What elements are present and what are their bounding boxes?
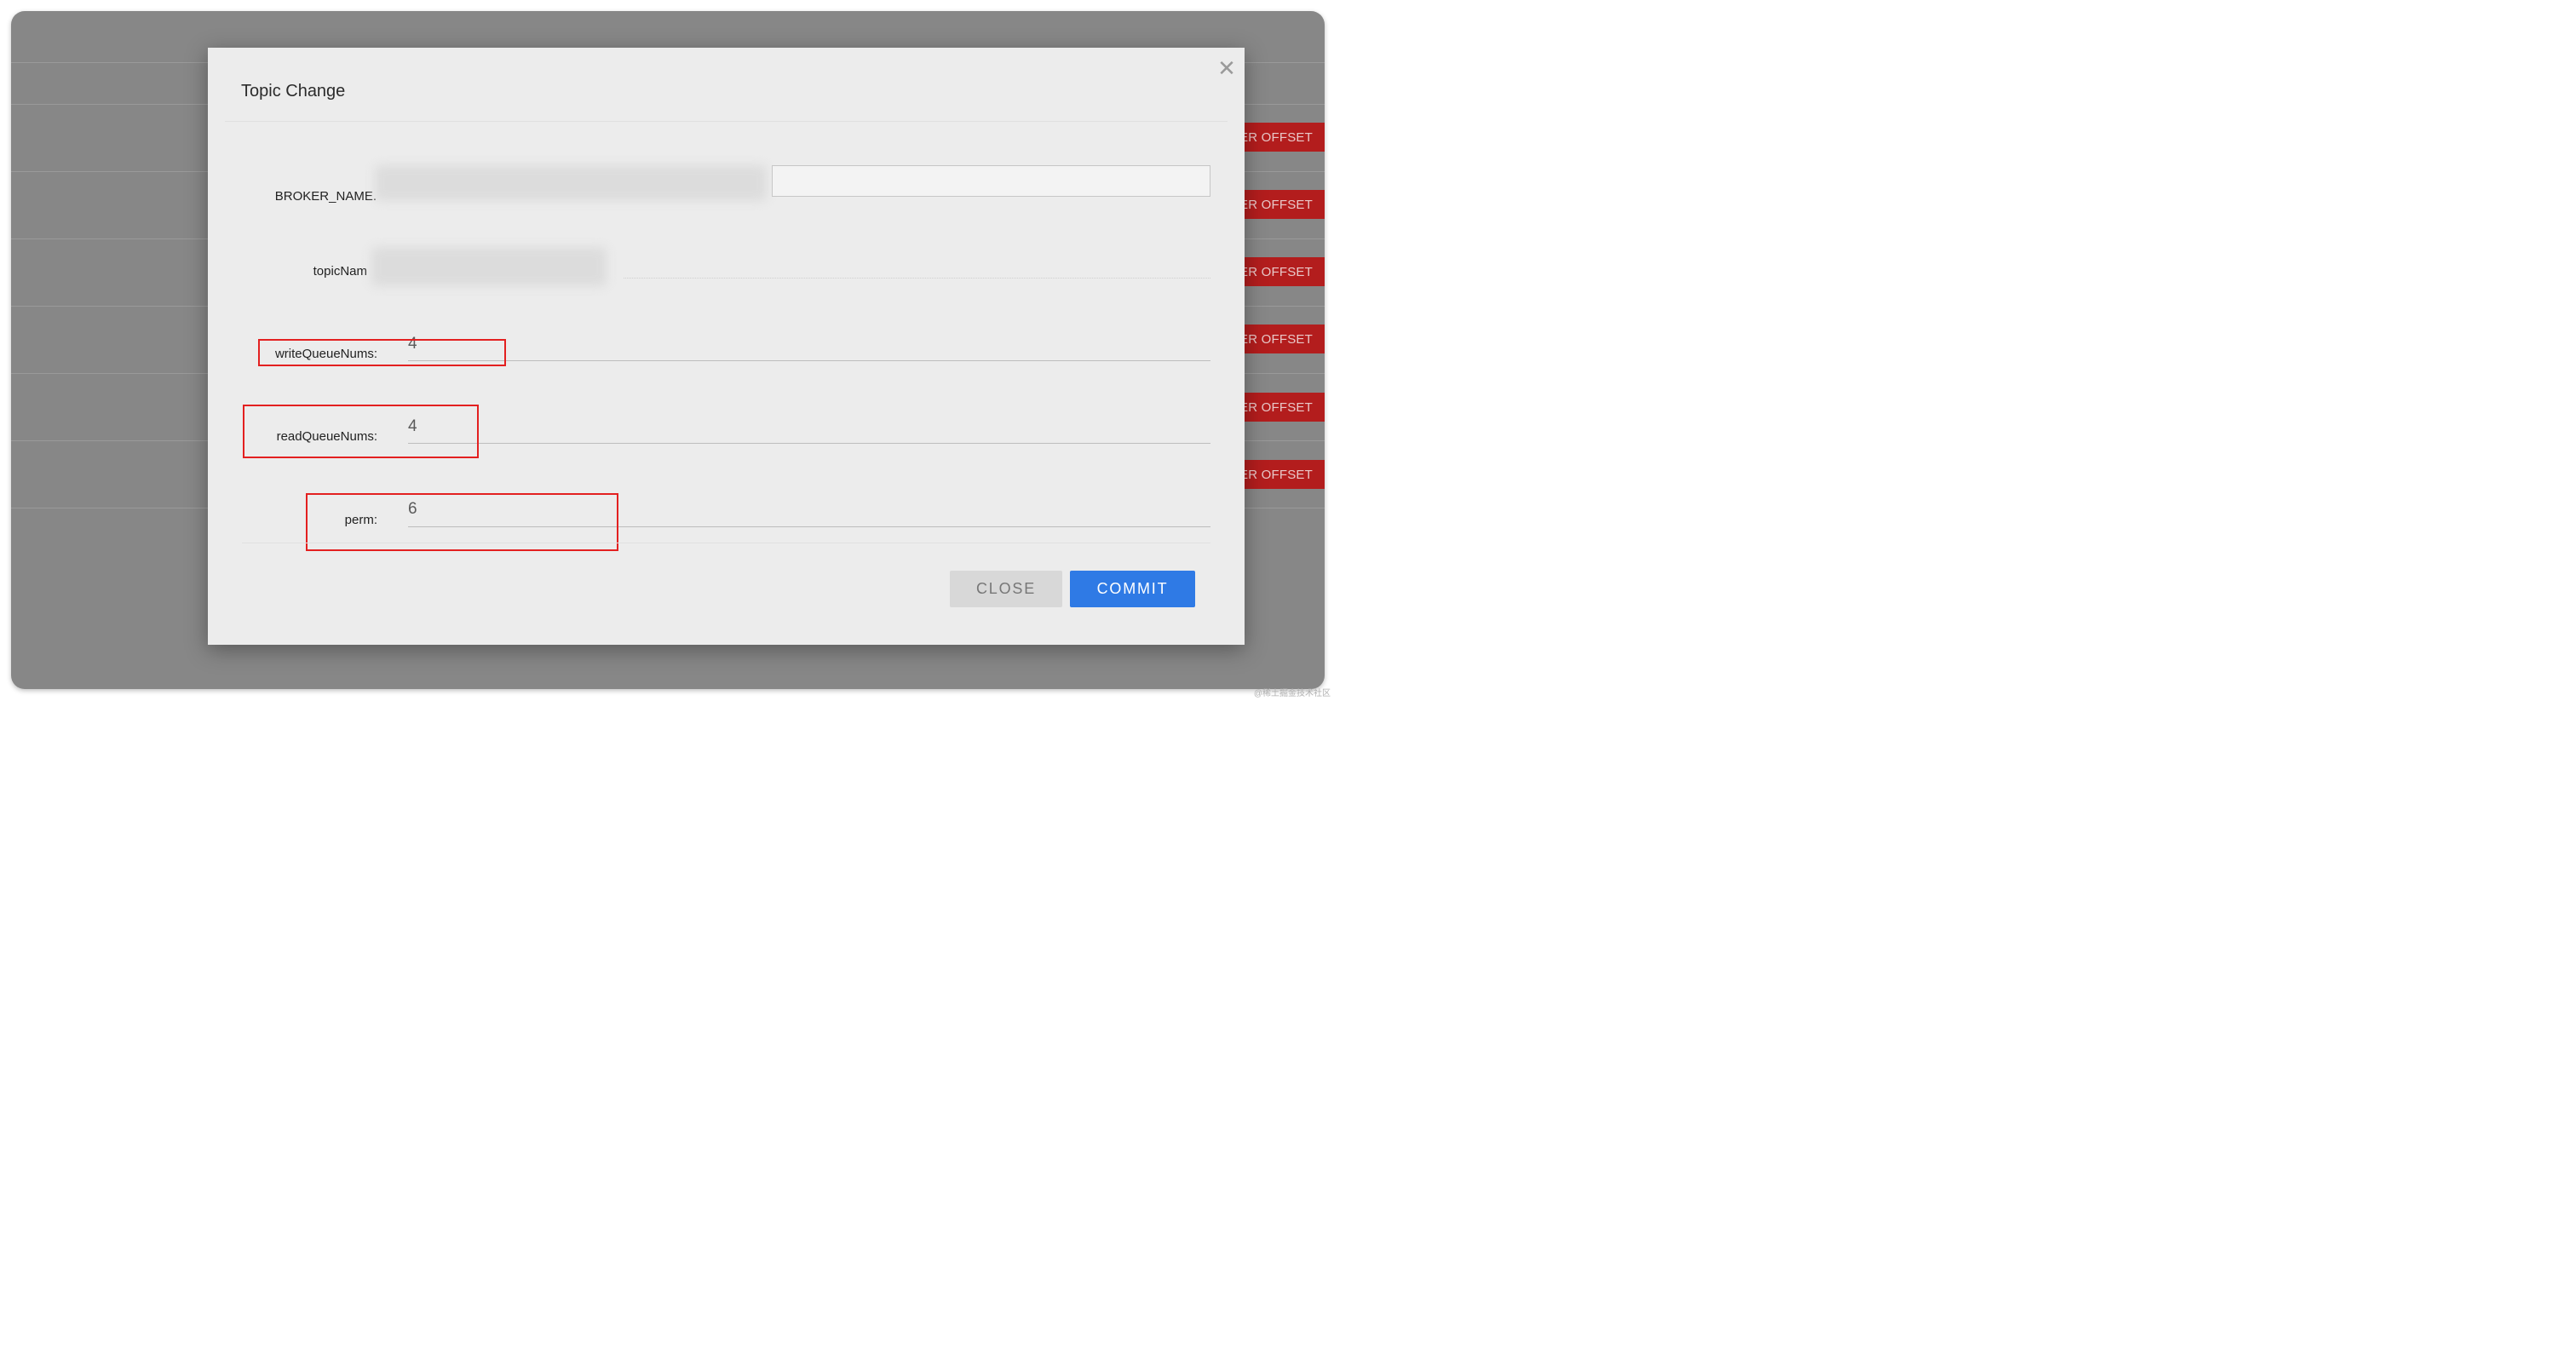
commit-button[interactable]: COMMIT <box>1070 571 1195 607</box>
dialog-header-divider <box>225 121 1228 122</box>
broker-name-input[interactable] <box>772 165 1210 197</box>
reset-consumer-offset-button[interactable]: ER OFFSET <box>1236 257 1325 286</box>
redacted-topic-value <box>371 247 607 286</box>
reset-consumer-offset-button[interactable]: ER OFFSET <box>1236 190 1325 219</box>
dialog-title: Topic Change <box>241 82 346 101</box>
annotation-highlight-box <box>243 405 479 458</box>
write-queue-nums-input[interactable] <box>408 360 1210 361</box>
topic-name-label: topicNam <box>313 264 367 279</box>
reset-consumer-offset-button[interactable]: ER OFFSET <box>1236 123 1325 152</box>
reset-consumer-offset-button[interactable]: ER OFFSET <box>1236 460 1325 489</box>
watermark: @稀土掘金技术社区 <box>1253 689 1331 698</box>
redacted-broker-value <box>375 165 767 201</box>
close-icon[interactable]: ✕ <box>1215 56 1239 80</box>
topic-change-dialog: Topic Change ✕ BROKER_NAME. topicNam wri… <box>208 48 1245 645</box>
broker-name-label: BROKER_NAME. <box>274 189 377 204</box>
read-queue-nums-input[interactable] <box>408 443 1210 444</box>
app-window: ER OFFSET ER OFFSET ER OFFSET ER OFFSET … <box>11 11 1325 689</box>
reset-consumer-offset-button[interactable]: ER OFFSET <box>1236 325 1325 353</box>
annotation-highlight-box <box>258 339 506 366</box>
close-button[interactable]: CLOSE <box>950 571 1062 607</box>
reset-consumer-offset-button[interactable]: ER OFFSET <box>1236 393 1325 422</box>
topic-name-input[interactable] <box>624 278 1210 279</box>
